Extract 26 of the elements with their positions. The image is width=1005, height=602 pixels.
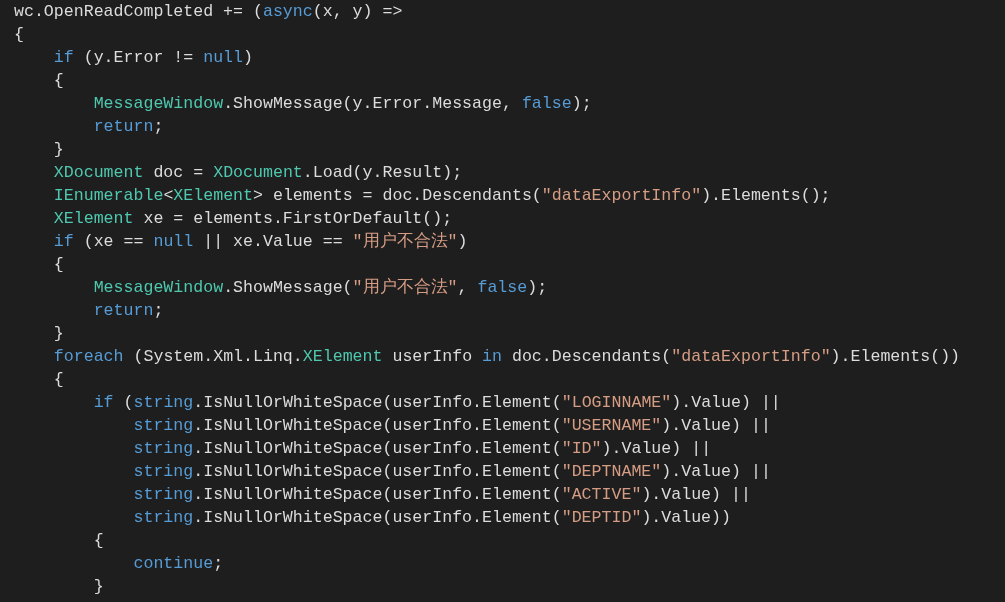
code-line: } [52,139,64,161]
code-line: string.IsNullOrWhiteSpace(userInfo.Element("ID").Value) || [132,438,712,460]
code-line: } [52,323,64,345]
code-line: } [92,576,104,598]
code-line: MessageWindow.ShowMessage("用户不合法", false); [92,277,548,299]
code-line: wc.OpenReadCompleted += (async(x, y) => [14,1,403,23]
code-line: { [52,70,64,92]
code-line: return; [92,300,164,322]
code-line: string.IsNullOrWhiteSpace(userInfo.Element("DEPTID").Value)) [132,507,731,529]
code-line: if (xe == null || xe.Value == "用户不合法") [52,231,468,253]
code-line: { [52,369,64,391]
code-line: IEnumerable<XElement> elements = doc.Descendants("dataExportInfo").Elements(); [52,185,831,207]
code-line: { [14,24,24,46]
code-line: foreach (System.Xml.Linq.XElement userInfo in doc.Descendants("dataExportInfo").Elements()) [52,346,961,368]
code-line: continue; [132,553,224,575]
code-line: { [52,254,64,276]
code-line: string.IsNullOrWhiteSpace(userInfo.Element("DEPTNAME").Value) || [132,461,771,483]
code-line: XDocument doc = XDocument.Load(y.Result); [52,162,463,184]
code-line: string.IsNullOrWhiteSpace(userInfo.Element("USERNAME").Value) || [132,415,771,437]
code-line: { [92,530,104,552]
code-line: string.IsNullOrWhiteSpace(userInfo.Element("ACTIVE").Value) || [132,484,751,506]
code-line: return; [92,116,164,138]
code-line: if (y.Error != null) [52,47,253,69]
code-line: if (string.IsNullOrWhiteSpace(userInfo.Element("LOGINNAME").Value) || [92,392,781,414]
code-line: XElement xe = elements.FirstOrDefault(); [52,208,453,230]
code-line: MessageWindow.ShowMessage(y.Error.Message, false); [92,93,592,115]
